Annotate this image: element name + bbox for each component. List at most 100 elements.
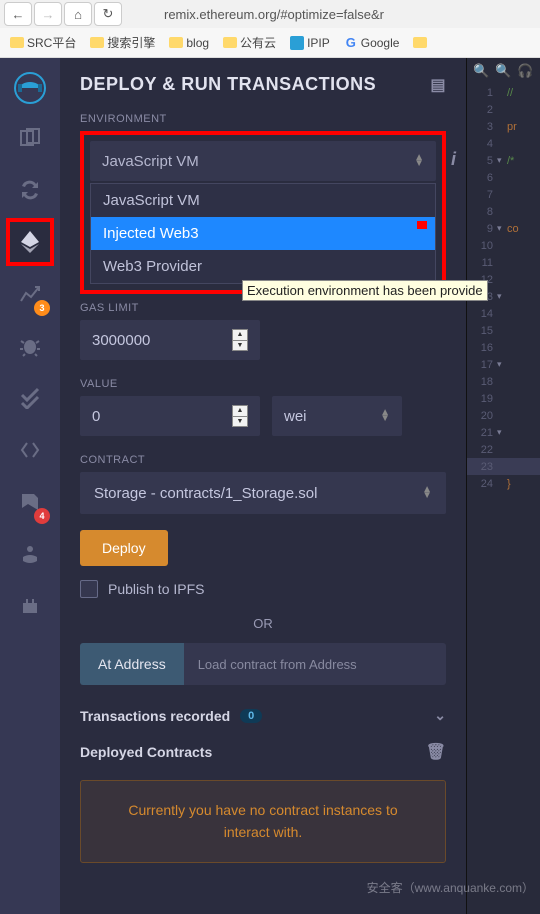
code-line[interactable]: 19 xyxy=(467,390,540,407)
panel-title-text: DEPLOY & RUN TRANSACTIONS xyxy=(80,74,376,95)
code-line[interactable]: 11 xyxy=(467,254,540,271)
value-label: VALUE xyxy=(80,378,446,390)
code-line[interactable]: 16 xyxy=(467,339,540,356)
file-explorer-icon[interactable] xyxy=(6,114,54,162)
environment-select[interactable]: JavaScript VM ▲▼ i xyxy=(90,141,436,181)
bookmark-label: IPIP xyxy=(307,36,330,50)
info-icon[interactable]: i xyxy=(451,149,456,170)
value-input[interactable]: 0 ▲▼ xyxy=(80,396,260,436)
code-line[interactable]: 2 xyxy=(467,101,540,118)
code-line[interactable]: 23 xyxy=(467,458,540,475)
code-line[interactable]: 18 xyxy=(467,373,540,390)
code-line[interactable]: 22 xyxy=(467,441,540,458)
trash-icon[interactable]: 🗑 xyxy=(426,742,446,762)
deployed-label: Deployed Contracts xyxy=(80,744,212,760)
contract-select[interactable]: Storage - contracts/1_Storage.sol ▲▼ xyxy=(80,472,446,514)
code-line[interactable]: 4 xyxy=(467,135,540,152)
settings-icon[interactable]: ▤ xyxy=(430,75,446,95)
publish-label: Publish to IPFS xyxy=(108,581,205,597)
updown-icon: ▲▼ xyxy=(422,487,432,499)
environment-dropdown: JavaScript VM Injected Web3 Web3 Provide… xyxy=(90,183,436,284)
or-divider: OR xyxy=(80,616,446,631)
publish-checkbox[interactable] xyxy=(80,580,98,598)
at-address-input[interactable]: Load contract from Address xyxy=(184,643,446,685)
contract-label: CONTRACT xyxy=(80,454,446,466)
code-line[interactable]: 15 xyxy=(467,322,540,339)
solidity-icon[interactable] xyxy=(6,426,54,474)
bookmark-item[interactable]: 公有云 xyxy=(219,32,280,53)
refresh-button[interactable]: ↻ xyxy=(94,2,122,26)
deploy-panel: DEPLOY & RUN TRANSACTIONS ▤ ENVIRONMENT … xyxy=(60,58,466,914)
gas-limit-label: GAS LIMIT xyxy=(80,302,446,314)
debug-icon[interactable] xyxy=(6,322,54,370)
bookmark-item[interactable]: blog xyxy=(165,34,213,52)
plugin-icon[interactable] xyxy=(6,582,54,630)
google-icon: G xyxy=(344,36,358,50)
code-line[interactable]: 1// xyxy=(467,84,540,101)
forward-button[interactable]: → xyxy=(34,2,62,26)
zoom-out-icon[interactable]: 🔍 xyxy=(473,63,489,79)
publish-row: Publish to IPFS xyxy=(80,580,446,598)
env-option-web3provider[interactable]: Web3 Provider xyxy=(91,250,435,283)
folder-icon xyxy=(413,37,427,48)
tx-recorded-label: Transactions recorded xyxy=(80,708,230,724)
deploy-icon[interactable] xyxy=(6,218,54,266)
analytics-icon[interactable]: 3 xyxy=(6,270,54,318)
remix-logo[interactable] xyxy=(8,66,52,110)
folder-icon xyxy=(90,37,104,48)
verify-icon[interactable]: 4 xyxy=(6,478,54,526)
badge: 3 xyxy=(34,300,50,316)
env-option-jsvm[interactable]: JavaScript VM xyxy=(91,184,435,217)
code-line[interactable]: 6 xyxy=(467,169,540,186)
browser-toolbar: ← → ⌂ ↻ remix.ethereum.org/#optimize=fal… xyxy=(0,0,540,28)
spinner-icon[interactable]: ▲▼ xyxy=(232,329,248,351)
gas-limit-input[interactable]: 3000000 ▲▼ xyxy=(80,320,260,360)
environment-section: JavaScript VM ▲▼ i JavaScript VM Injecte… xyxy=(80,131,446,294)
back-button[interactable]: ← xyxy=(4,2,32,26)
updown-icon: ▲▼ xyxy=(380,410,390,422)
checks-icon[interactable] xyxy=(6,374,54,422)
value-amount: 0 xyxy=(92,408,100,425)
gas-limit-value: 3000000 xyxy=(92,332,150,349)
at-address-button[interactable]: At Address xyxy=(80,643,184,685)
at-address-row: At Address Load contract from Address xyxy=(80,643,446,685)
deployed-contracts: Deployed Contracts 🗑 xyxy=(80,742,446,762)
no-instances-warning: Currently you have no contract instances… xyxy=(80,780,446,863)
bookmark-label: 搜索引擎 xyxy=(107,34,155,51)
code-line[interactable]: 17▾ xyxy=(467,356,540,373)
updown-icon: ▲▼ xyxy=(414,155,424,167)
code-line[interactable]: 24} xyxy=(467,475,540,492)
editor-toolbar: 🔍 🔍 🎧 xyxy=(467,58,540,84)
compile-icon[interactable] xyxy=(6,166,54,214)
env-option-label: Injected Web3 xyxy=(103,225,199,242)
url-text: remix.ethereum.org/#optimize=false&r xyxy=(164,7,536,22)
ipip-icon xyxy=(290,36,304,50)
learn-icon[interactable] xyxy=(6,530,54,578)
env-option-injected[interactable]: Injected Web3 xyxy=(91,217,435,250)
code-line[interactable]: 10 xyxy=(467,237,540,254)
folder-icon xyxy=(223,37,237,48)
code-line[interactable]: 5▾/* xyxy=(467,152,540,169)
folder-icon xyxy=(10,37,24,48)
code-line[interactable]: 9▾co xyxy=(467,220,540,237)
value-unit-select[interactable]: wei ▲▼ xyxy=(272,396,402,436)
code-line[interactable]: 20 xyxy=(467,407,540,424)
spinner-icon[interactable]: ▲▼ xyxy=(232,405,248,427)
zoom-in-icon[interactable]: 🔍 xyxy=(495,63,511,79)
bookmark-item[interactable]: 搜索引擎 xyxy=(86,32,159,53)
transactions-recorded[interactable]: Transactions recorded 0 ⌄ xyxy=(80,707,446,724)
bookmark-item[interactable]: IPIP xyxy=(286,34,334,52)
support-icon[interactable]: 🎧 xyxy=(517,63,533,79)
code-line[interactable]: 7 xyxy=(467,186,540,203)
deploy-button[interactable]: Deploy xyxy=(80,530,168,566)
bookmark-label: SRC平台 xyxy=(27,34,76,51)
bookmark-item[interactable] xyxy=(409,35,431,50)
code-line[interactable]: 14 xyxy=(467,305,540,322)
bookmark-item[interactable]: GGoogle xyxy=(340,34,404,52)
environment-label: ENVIRONMENT xyxy=(80,113,446,125)
home-button[interactable]: ⌂ xyxy=(64,2,92,26)
code-line[interactable]: 21▾ xyxy=(467,424,540,441)
code-line[interactable]: 8 xyxy=(467,203,540,220)
code-line[interactable]: 3pr xyxy=(467,118,540,135)
bookmark-item[interactable]: SRC平台 xyxy=(6,32,80,53)
